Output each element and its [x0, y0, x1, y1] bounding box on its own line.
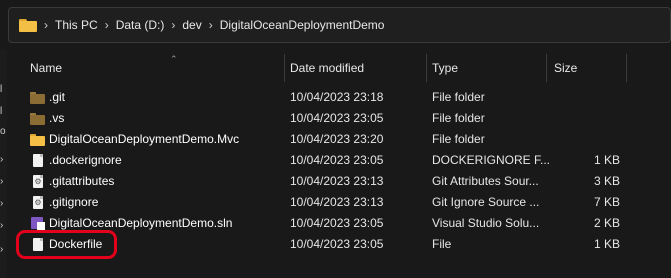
- column-name[interactable]: Name: [30, 54, 62, 82]
- list-item[interactable]: DigitalOceanDeploymentDemo.Mvc 10/04/202…: [22, 129, 671, 150]
- file-date: 10/04/2023 23:13: [290, 174, 384, 188]
- nav-fragment: o: [0, 126, 6, 137]
- folder-icon: [30, 90, 45, 105]
- column-divider[interactable]: [626, 54, 627, 82]
- file-date: 10/04/2023 23:20: [290, 132, 384, 146]
- column-type[interactable]: Type: [432, 54, 458, 82]
- file-type: Git Attributes Sour...: [432, 174, 539, 188]
- file-size: 2 KB: [593, 216, 620, 230]
- navigation-pane-edge: l l o › › › › ›: [0, 50, 7, 278]
- breadcrumb-dev[interactable]: dev: [182, 18, 201, 32]
- breadcrumb-this-pc[interactable]: This PC: [55, 18, 98, 32]
- file-name: .gitattributes: [49, 174, 115, 188]
- file-list: .git 10/04/2023 23:18 File folder .vs 10…: [22, 87, 671, 255]
- nav-fragment: ›: [0, 244, 4, 255]
- nav-fragment: ›: [0, 154, 4, 165]
- sort-ascending-icon: ⌃: [170, 54, 178, 64]
- file-name: .dockerignore: [49, 153, 122, 167]
- address-bar[interactable]: › This PC › Data (D:) › dev › DigitalOce…: [8, 7, 671, 43]
- list-item[interactable]: Dockerfile 10/04/2023 23:05 File 1 KB: [22, 234, 671, 255]
- file-type: File folder: [432, 111, 485, 125]
- breadcrumb: › This PC › Data (D:) › dev › DigitalOce…: [19, 18, 384, 32]
- file-name: .gitignore: [49, 195, 99, 209]
- file-type: Visual Studio Solu...: [432, 216, 540, 230]
- settings-file-icon: ⚙: [33, 196, 43, 209]
- column-divider[interactable]: [284, 54, 285, 82]
- file-size: 3 KB: [593, 174, 620, 188]
- folder-icon: [30, 111, 45, 126]
- column-divider[interactable]: [426, 54, 427, 82]
- list-item[interactable]: ⚙ .gitignore 10/04/2023 23:13 Git Ignore…: [22, 192, 671, 213]
- file-type: File folder: [432, 90, 485, 104]
- nav-fragment: l: [0, 84, 3, 95]
- list-item[interactable]: ⚙ .gitattributes 10/04/2023 23:13 Git At…: [22, 171, 671, 192]
- chevron-right-icon: ›: [208, 18, 213, 32]
- file-type: DOCKERIGNORE F...: [432, 153, 551, 167]
- file-icon: [30, 153, 45, 168]
- file-name: .git: [49, 90, 66, 104]
- chevron-right-icon: ›: [171, 18, 176, 32]
- file-date: 10/04/2023 23:05: [290, 153, 384, 167]
- list-item[interactable]: .vs 10/04/2023 23:05 File folder: [22, 108, 671, 129]
- chevron-right-icon: ›: [104, 18, 109, 32]
- column-size[interactable]: Size: [554, 54, 577, 82]
- column-divider[interactable]: [546, 54, 547, 82]
- file-date: 10/04/2023 23:13: [290, 195, 384, 209]
- folder-icon: [30, 132, 45, 147]
- file-date: 10/04/2023 23:05: [290, 111, 384, 125]
- file-size: 1 KB: [593, 153, 620, 167]
- breadcrumb-data-drive[interactable]: Data (D:): [116, 18, 165, 32]
- file-date: 10/04/2023 23:18: [290, 90, 384, 104]
- breadcrumb-project[interactable]: DigitalOceanDeploymentDemo: [220, 18, 385, 32]
- list-item[interactable]: .git 10/04/2023 23:18 File folder: [22, 87, 671, 108]
- column-date-modified[interactable]: Date modified: [290, 54, 364, 82]
- file-size: 1 KB: [593, 237, 620, 251]
- folder-icon: [19, 18, 37, 32]
- nav-fragment: l: [0, 106, 3, 117]
- list-item[interactable]: DigitalOceanDeploymentDemo.sln 10/04/202…: [22, 213, 671, 234]
- file-type: Git Ignore Source ...: [432, 195, 540, 209]
- file-date: 10/04/2023 23:05: [290, 237, 384, 251]
- settings-file-icon: ⚙: [33, 175, 43, 188]
- file-date: 10/04/2023 23:05: [290, 216, 384, 230]
- file-size: 7 KB: [593, 195, 620, 209]
- file-name: DigitalOceanDeploymentDemo.Mvc: [49, 132, 240, 146]
- column-header: ⌃ Name Date modified Type Size: [22, 54, 671, 82]
- chevron-right-icon: ›: [44, 18, 48, 32]
- nav-fragment: ›: [0, 198, 4, 209]
- list-item[interactable]: .dockerignore 10/04/2023 23:05 DOCKERIGN…: [22, 150, 671, 171]
- file-name: .vs: [49, 111, 65, 125]
- file-type: File folder: [432, 132, 485, 146]
- nav-fragment: ›: [0, 220, 4, 231]
- nav-fragment: ›: [0, 176, 4, 187]
- solution-file-icon: [30, 216, 45, 231]
- file-type: File: [432, 237, 452, 251]
- annotation-highlight-outline: [16, 230, 117, 259]
